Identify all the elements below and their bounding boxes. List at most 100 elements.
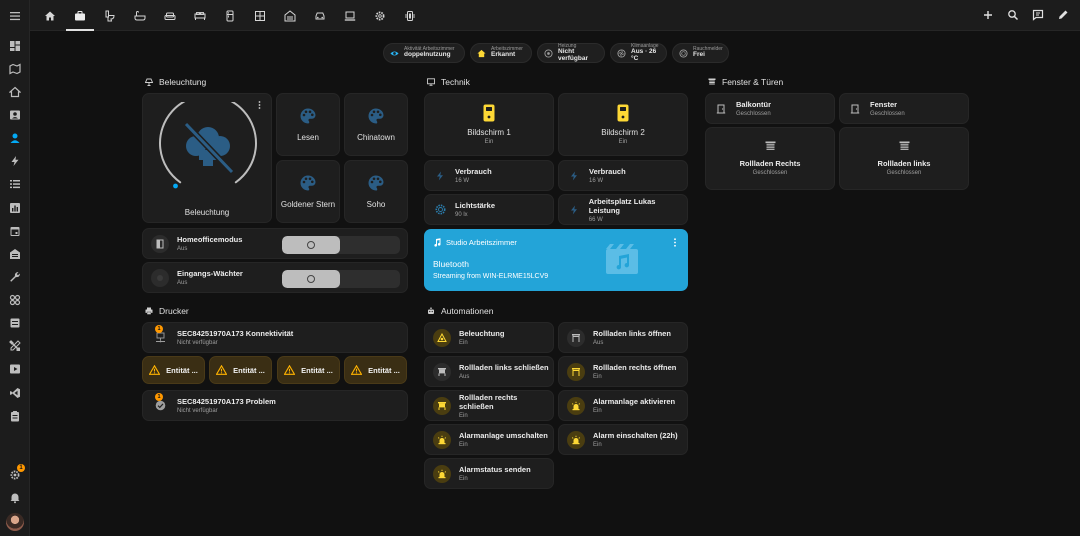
printer-problem[interactable]: 1 SEC84251970A173 Problem Nicht verfügbar	[142, 390, 408, 421]
sensor-verbrauch-1[interactable]: Verbrauch 16 W	[424, 160, 554, 191]
scene-tile-soho[interactable]: Soho	[344, 160, 408, 223]
printer-connectivity[interactable]: 1 SEC84251970A173 Konnektivität Nicht ver…	[142, 322, 408, 353]
cover-rollladen-links[interactable]: Rollladen links Geschlossen	[839, 127, 969, 190]
tab-briefcase-icon[interactable]	[66, 0, 94, 31]
automation-rollladen-rechts-oeffnen[interactable]: Rollladen rechts öffnen Ein	[558, 356, 688, 387]
blinds-closed-icon	[433, 362, 451, 381]
blinds-closed-icon	[433, 396, 451, 415]
palette-icon	[299, 174, 317, 192]
sensor-verbrauch-2[interactable]: Verbrauch 16 W	[558, 160, 688, 191]
badge-aktivitaet[interactable]: Aktivität Arbeitszimmer doppelnutzung	[383, 43, 465, 63]
more-icon[interactable]	[673, 238, 677, 247]
automation-alarm-einschalten[interactable]: Alarm einschalten (22h) Ein	[558, 424, 688, 455]
automation-alarmanlage-umschalten[interactable]: Alarmanlage umschalten Ein	[424, 424, 554, 455]
badge-klimaanlage[interactable]: Klimaanlage Aus · 26 °C	[610, 43, 667, 63]
tab-vacuum-icon[interactable]	[396, 0, 424, 31]
badge-arbeitszimmer[interactable]: Arbeitszimmer Erkannt	[470, 43, 532, 63]
eingangs-waechter-switch[interactable]	[282, 270, 400, 288]
map-icon[interactable]	[7, 61, 23, 77]
garage-icon[interactable]	[7, 246, 23, 262]
badge-heizung[interactable]: Heizung Nicht verfügbar	[537, 43, 605, 63]
list-icon[interactable]	[7, 176, 23, 192]
sensor-lichtstaerke[interactable]: Lichtstärke 90 lx	[424, 194, 554, 225]
tab-gear-icon[interactable]	[366, 0, 394, 31]
toggle-homeofficemodus[interactable]: Homeofficemodus Aus	[142, 228, 408, 259]
tab-fridge-icon[interactable]	[216, 0, 244, 31]
monitor-yellow-icon	[483, 104, 495, 122]
section-automationen: Automationen	[427, 306, 493, 316]
automation-alarmanlage-aktivieren[interactable]: Alarmanlage aktivieren Ein	[558, 390, 688, 421]
alarm-light-icon	[567, 396, 585, 415]
palette-icon	[299, 107, 317, 125]
robot-icon	[427, 307, 435, 315]
tab-sofa-icon[interactable]	[156, 0, 184, 31]
assist-icon[interactable]	[1031, 8, 1045, 22]
calendar-icon[interactable]	[7, 223, 23, 239]
automation-rollladen-rechts-schliessen[interactable]: Rollladen rechts schließen Ein	[424, 390, 554, 421]
clipboard-icon[interactable]	[7, 408, 23, 424]
tab-window-icon[interactable]	[246, 0, 274, 31]
brightness-dial[interactable]	[156, 102, 260, 202]
scene-tile-chinatown[interactable]: Chinatown	[344, 93, 408, 156]
warning-entity-3[interactable]: Entität ...	[277, 356, 340, 384]
tools-icon[interactable]	[7, 338, 23, 354]
pencil-icon[interactable]	[1056, 8, 1070, 22]
contact-state: Geschlossen	[870, 111, 905, 117]
sensor-arbeitsplatz-leistung[interactable]: Arbeitsplatz Lukas Leistung 66 W	[558, 194, 688, 225]
screen-name: Bildschirm 1	[467, 128, 511, 137]
automation-alarmstatus-senden[interactable]: Alarmstatus senden Ein	[424, 458, 554, 489]
tab-house-icon[interactable]	[276, 0, 304, 31]
badge-rauchmelder[interactable]: Rauchmelder Frei	[672, 43, 729, 63]
main-light-card[interactable]: Beleuchtung	[142, 93, 272, 223]
tab-laptop-icon[interactable]	[336, 0, 364, 31]
screen-tile-2[interactable]: Bildschirm 2 Ein	[558, 93, 688, 156]
automation-rollladen-links-schliessen[interactable]: Rollladen links schließen Aus	[424, 356, 554, 387]
scene-tile-lesen[interactable]: Lesen	[276, 93, 340, 156]
media-player-card[interactable]: Studio Arbeitszimmer Bluetooth Streaming…	[424, 229, 688, 291]
lamp-icon	[145, 78, 153, 86]
tab-toilet-icon[interactable]	[96, 0, 124, 31]
entity-state: Nicht verfügbar	[177, 408, 218, 414]
warning-entity-4[interactable]: Entität ...	[344, 356, 407, 384]
puzzle-icon[interactable]	[7, 292, 23, 308]
warning-entity-1[interactable]: Entität ...	[142, 356, 205, 384]
contact-balkontuer[interactable]: Balkontür Geschlossen	[705, 93, 835, 124]
search-icon[interactable]	[1006, 8, 1020, 22]
person-icon[interactable]	[7, 130, 23, 146]
home-icon[interactable]	[7, 84, 23, 100]
lightning-icon[interactable]	[7, 153, 23, 169]
automation-beleuchtung[interactable]: Beleuchtung Ein	[424, 322, 554, 353]
sensor-value: 66 W	[588, 216, 603, 223]
settings-icon[interactable]: 1	[7, 464, 25, 483]
menu-icon[interactable]	[7, 8, 23, 24]
dashboard-icon[interactable]	[7, 38, 23, 54]
bell-icon[interactable]	[7, 490, 23, 506]
contact-fenster[interactable]: Fenster Geschlossen	[839, 93, 969, 124]
brightness-icon	[433, 204, 447, 215]
tab-home-icon[interactable]	[36, 0, 64, 31]
settings-badge: 1	[17, 464, 25, 472]
plus-icon[interactable]	[981, 8, 995, 22]
tab-car-icon[interactable]	[306, 0, 334, 31]
homeofficemodus-switch[interactable]	[282, 236, 400, 254]
screen-tile-1[interactable]: Bildschirm 1 Ein	[424, 93, 554, 156]
vscode-icon[interactable]	[7, 385, 23, 401]
person-card-icon[interactable]	[7, 107, 23, 123]
server-icon[interactable]	[7, 315, 23, 331]
wrench-icon[interactable]	[7, 269, 23, 285]
scene-tile-goldener-stern[interactable]: Goldener Stern	[276, 160, 340, 223]
tab-bed-icon[interactable]	[186, 0, 214, 31]
section-technik: Technik	[427, 77, 470, 87]
sensor-value: 90 lx	[455, 212, 468, 218]
palette-icon	[367, 174, 385, 192]
automation-rollladen-links-oeffnen[interactable]: Rollladen links öffnen Aus	[558, 322, 688, 353]
cover-rollladen-rechts[interactable]: Rollladen Rechts Geschlossen	[705, 127, 835, 190]
sensor-name: Verbrauch	[589, 167, 626, 176]
media-icon[interactable]	[7, 361, 23, 377]
avatar[interactable]	[6, 513, 24, 531]
toggle-eingangs-waechter[interactable]: Eingangs-Wächter Aus	[142, 262, 408, 293]
warning-entity-2[interactable]: Entität ...	[209, 356, 272, 384]
media-artwork-icon	[605, 243, 639, 275]
chart-icon[interactable]	[7, 200, 23, 216]
tab-bathtub-icon[interactable]	[126, 0, 154, 31]
